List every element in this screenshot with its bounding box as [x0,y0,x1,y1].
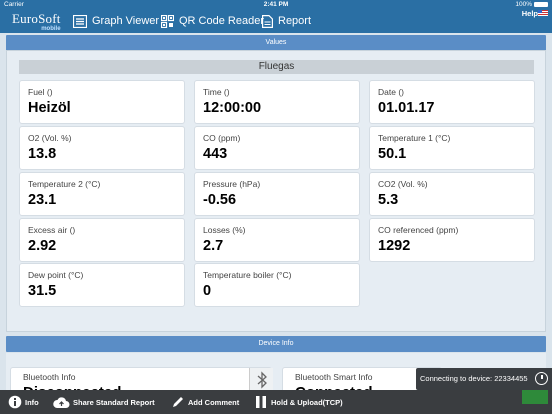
value-card-value: 50.1 [378,146,407,162]
device-info-section-header[interactable]: Device Info [6,336,546,352]
value-card-label: CO (ppm) [203,133,241,143]
pencil-icon [173,397,183,407]
values-section-header[interactable]: Values [6,35,546,51]
help-button[interactable]: Help [522,9,538,18]
report-icon [262,14,273,28]
info-icon [8,395,22,409]
eurosoft-logo: EuroSoft mobile [12,11,61,32]
graph-viewer-button[interactable]: Graph Viewer [73,11,159,31]
value-card-time: Time () 12:00:00 [194,80,360,124]
add-comment-label: Add Comment [188,397,240,407]
pause-icon [256,396,266,408]
bluetooth-info-label: Bluetooth Info [23,372,76,382]
qr-code-reader-label: QR Code Reader [179,15,264,27]
value-card-co-referenced: CO referenced (ppm) 1292 [369,218,535,262]
value-card-value: -0.56 [203,192,237,208]
bluetooth-icon [257,371,267,389]
battery-percent: 100% [515,1,532,8]
value-card-label: Temperature boiler (°C) [203,270,292,280]
value-card-o2: O2 (Vol. %) 13.8 [19,126,185,170]
language-flag-icon[interactable] [538,10,548,16]
value-card-co2: CO2 (Vol. %) 5.3 [369,172,535,216]
value-card-label: Temperature 1 (°C) [378,133,451,143]
value-card-label: Pressure (hPa) [203,179,261,189]
add-comment-button[interactable]: Add Comment [171,390,239,414]
value-card-value: 1292 [378,238,411,254]
clock-icon [535,372,548,385]
bottom-toolbar: Info Share Standard Report Add Comment H… [0,390,552,414]
share-standard-report-button[interactable]: Share Standard Report [53,390,155,414]
value-card-excess-air: Excess air () 2.92 [19,218,185,262]
graph-viewer-icon [73,14,87,28]
status-bar: Carrier 2:41 PM 100% [0,0,552,9]
connecting-toast: Connecting to device: 22334455 [416,368,552,390]
value-card-label: Losses (%) [203,225,246,235]
report-label: Report [278,15,312,27]
info-button[interactable]: Info [8,390,39,414]
value-card-value: Heizöl [28,100,71,116]
value-card-value: 23.1 [28,192,57,208]
value-card-losses: Losses (%) 2.7 [194,218,360,262]
app-root: Carrier 2:41 PM 100% EuroSoft mobile Gra… [0,0,552,414]
value-card-label: Excess air () [28,225,76,235]
bluetooth-smart-info-label: Bluetooth Smart Info [295,372,373,382]
battery-indicator: 100% [515,0,548,9]
value-card-pressure: Pressure (hPa) -0.56 [194,172,360,216]
value-card-value: 12:00:00 [203,100,262,116]
value-card-value: 01.01.17 [378,100,435,116]
value-card-date: Date () 01.01.17 [369,80,535,124]
value-card-label: O2 (Vol. %) [28,133,72,143]
status-time: 2:41 PM [263,1,289,8]
value-card-value: 13.8 [28,146,57,162]
logo-subtext: mobile [41,26,61,32]
battery-icon [534,2,548,7]
value-card-label: Date () [378,87,404,97]
connection-status-indicator[interactable] [522,390,548,404]
value-card-label: Fuel () [28,87,53,97]
hold-upload-label: Hold & Upload(TCP) [271,397,343,407]
report-button[interactable]: Report [262,11,311,31]
value-card-temperature-2: Temperature 2 (°C) 23.1 [19,172,185,216]
value-card-value: 443 [203,146,228,162]
value-card-label: CO referenced (ppm) [378,225,459,235]
value-card-value: 0 [203,283,212,299]
values-panel: Fluegas Fuel () Heizöl Time () 12:00:00 … [6,50,546,332]
value-card-temperature-1: Temperature 1 (°C) 50.1 [369,126,535,170]
value-card-value: 2.7 [203,238,224,254]
share-standard-report-label: Share Standard Report [73,397,155,407]
info-label: Info [25,397,39,407]
qr-code-icon [161,14,174,28]
value-card-value: 31.5 [28,283,57,299]
logo-text: EuroSoft [12,11,61,26]
fluegas-group-header: Fluegas [19,60,534,74]
value-card-fuel: Fuel () Heizöl [19,80,185,124]
value-card-label: Time () [203,87,230,97]
value-card-temperature-boiler: Temperature boiler (°C) 0 [194,263,360,307]
hold-upload-button[interactable]: Hold & Upload(TCP) [254,390,343,414]
connecting-toast-text: Connecting to device: 22334455 [420,374,528,383]
top-navbar: EuroSoft mobile Graph Viewer QR Code Rea… [0,9,552,33]
value-card-co: CO (ppm) 443 [194,126,360,170]
value-card-dew-point: Dew point (°C) 31.5 [19,263,185,307]
value-card-label: Dew point (°C) [28,270,84,280]
qr-code-reader-button[interactable]: QR Code Reader [161,11,264,31]
value-card-label: Temperature 2 (°C) [28,179,101,189]
cloud-upload-icon [53,396,70,408]
value-card-value: 5.3 [378,192,399,208]
value-card-label: CO2 (Vol. %) [378,179,428,189]
graph-viewer-label: Graph Viewer [92,15,160,27]
value-card-value: 2.92 [28,238,57,254]
